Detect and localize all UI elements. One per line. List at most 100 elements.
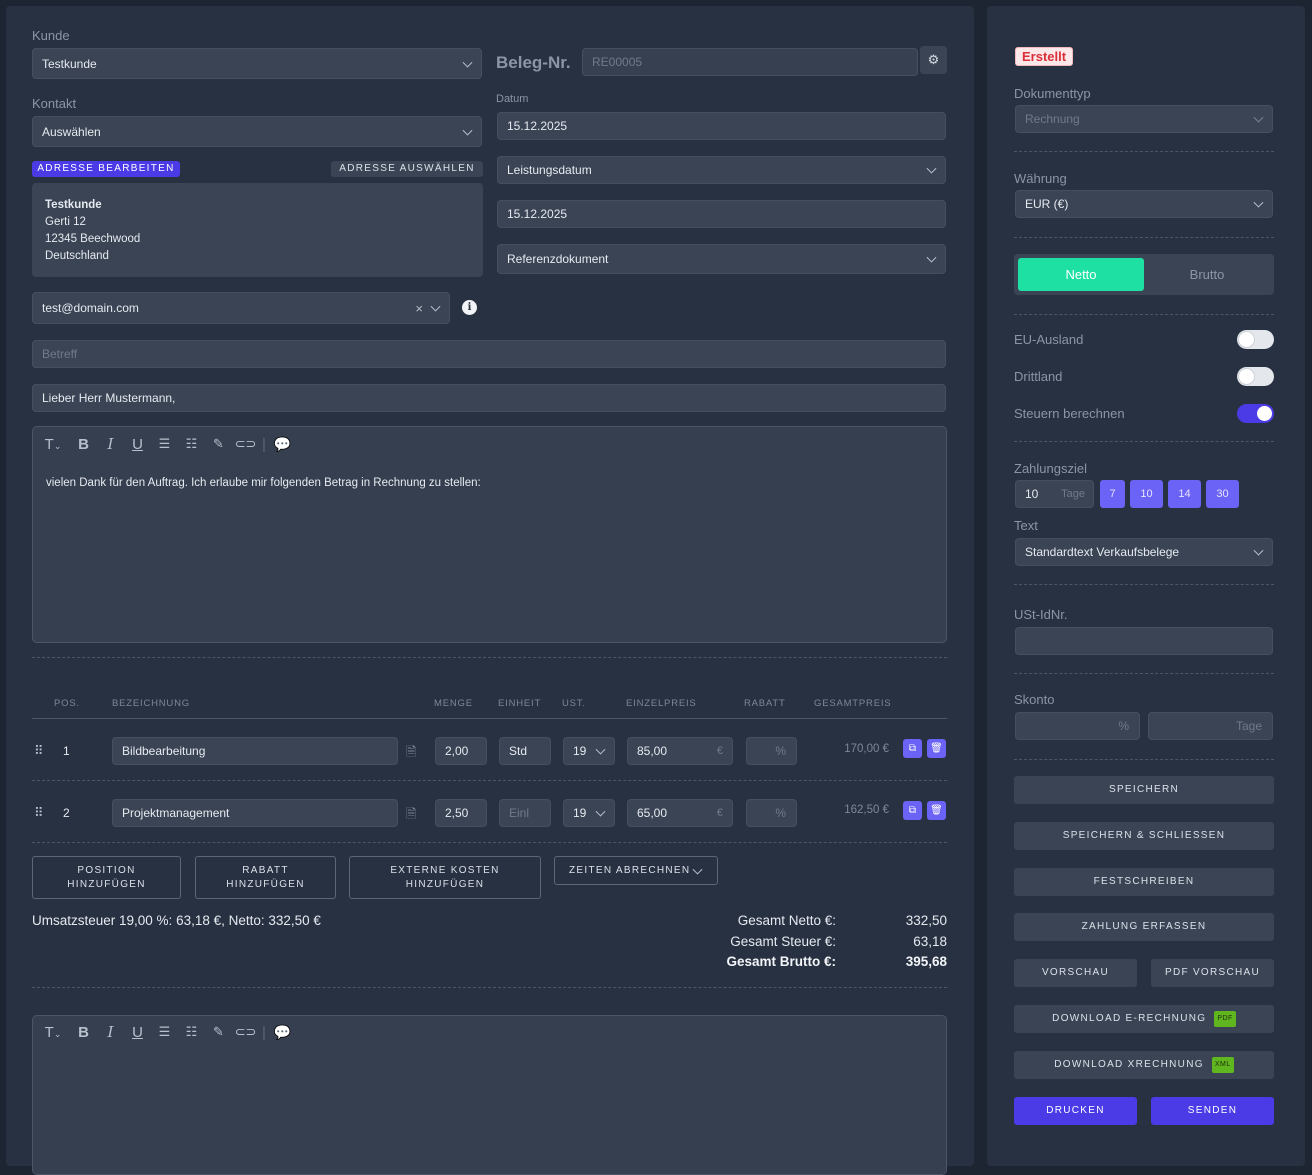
copy-icon[interactable]: ⧉ [903, 739, 922, 758]
bill-times-button[interactable]: ZEITEN ABRECHNEN [554, 856, 718, 885]
vat-id-input[interactable] [1015, 627, 1273, 655]
preview-button[interactable]: VORSCHAU [1014, 959, 1137, 987]
net-tab[interactable]: Netto [1018, 258, 1144, 291]
row-total: 162,50 € [844, 804, 889, 816]
record-payment-button[interactable]: ZAHLUNG ERFASSEN [1014, 913, 1274, 941]
chevron-down-icon [692, 864, 703, 875]
row-qty-input[interactable]: 2,00 [435, 737, 487, 765]
bullet-list-icon[interactable]: ☰ [151, 1024, 178, 1040]
edit-address-button[interactable]: ADRESSE BEARBEITEN [32, 161, 180, 177]
drag-handle-icon[interactable]: ⠿ [34, 805, 44, 821]
save-button[interactable]: SPEICHERN [1014, 776, 1274, 804]
document-icon[interactable]: 🗎 [406, 743, 416, 765]
doc-type-select[interactable]: Rechnung [1015, 105, 1273, 133]
text-format-icon[interactable]: T⌄ [36, 1024, 70, 1041]
row-discount-input[interactable]: % [746, 799, 797, 827]
subject-input[interactable]: Betreff [32, 340, 946, 368]
download-einvoice-label: DOWNLOAD E-RECHNUNG [1052, 1013, 1207, 1024]
tax-total-value: 63,18 [913, 934, 947, 949]
currency-select[interactable]: EUR (€) [1015, 190, 1273, 218]
address-line-name: Testkunde [45, 199, 102, 211]
vat-summary: Umsatzsteuer 19,00 %: 63,18 €, Netto: 33… [32, 913, 321, 928]
row-name-input[interactable]: Bildbearbeitung [112, 737, 398, 765]
toggle-knob [1257, 406, 1272, 421]
document-icon[interactable]: 🗎 [406, 805, 416, 827]
col-qty: MENGE [434, 698, 473, 709]
row-qty-input[interactable]: 2,50 [435, 799, 487, 827]
bullet-list-icon[interactable]: ☰ [151, 436, 178, 452]
copy-icon[interactable]: ⧉ [903, 801, 922, 820]
service-date-input[interactable]: 15.12.2025 [497, 200, 946, 228]
doc-number-label: Beleg-Nr. [496, 53, 571, 72]
add-external-costs-button[interactable]: EXTERNE KOSTEN HINZUFÜGEN [349, 856, 541, 899]
salutation-input[interactable]: Lieber Herr Mustermann, [32, 384, 946, 412]
customer-select[interactable]: Testkunde [32, 48, 482, 79]
finalize-button[interactable]: FESTSCHREIBEN [1014, 868, 1274, 896]
underline-icon[interactable]: U [124, 436, 151, 453]
numbered-list-icon[interactable]: ☷ [178, 436, 205, 452]
text-format-icon[interactable]: T⌄ [36, 436, 70, 453]
trash-icon[interactable]: 🗑 [927, 739, 946, 758]
info-icon[interactable]: i [462, 300, 477, 315]
date-value: 15.12.2025 [507, 119, 568, 133]
service-date-select[interactable]: Leistungsdatum [497, 156, 946, 184]
send-button[interactable]: SENDEN [1151, 1097, 1274, 1125]
add-position-button[interactable]: POSITION HINZUFÜGEN [32, 856, 181, 899]
numbered-list-icon[interactable]: ☷ [178, 1024, 205, 1040]
discount-days-input[interactable]: Tage [1148, 712, 1273, 740]
italic-icon[interactable]: I [97, 435, 124, 453]
gear-icon[interactable]: ⚙ [920, 46, 947, 74]
row-vat-select[interactable]: 19 [563, 737, 615, 765]
row-discount: % [775, 806, 786, 820]
drag-handle-icon[interactable]: ⠿ [34, 743, 44, 759]
col-price: EINZELPREIS [626, 698, 697, 709]
third-country-toggle[interactable] [1237, 367, 1274, 386]
comment-icon[interactable]: 💬 [269, 1024, 296, 1041]
add-discount-button[interactable]: RABATT HINZUFÜGEN [195, 856, 336, 899]
bold-icon[interactable]: B [70, 1024, 97, 1041]
email-select[interactable]: test@domain.com × [32, 292, 450, 324]
download-xinvoice-button[interactable]: DOWNLOAD XRECHNUNG XML [1014, 1051, 1274, 1079]
reference-document-select[interactable]: Referenzdokument [497, 244, 946, 274]
pdf-preview-button[interactable]: PDF VORSCHAU [1151, 959, 1274, 987]
row-qty: 2,00 [445, 744, 469, 758]
trash-icon[interactable]: 🗑 [927, 801, 946, 820]
contact-select[interactable]: Auswählen [32, 116, 482, 147]
print-button[interactable]: DRUCKEN [1014, 1097, 1137, 1125]
row-discount-input[interactable]: % [746, 737, 797, 765]
clear-icon[interactable]: × [415, 301, 423, 316]
bold-icon[interactable]: B [70, 436, 97, 453]
row-discount: % [775, 744, 786, 758]
payment-term-input[interactable]: 10 Tage [1015, 480, 1094, 508]
intro-text-editor[interactable] [32, 426, 947, 643]
col-unit: EINHEIT [498, 698, 542, 709]
link-icon[interactable]: ⊂⊃ [232, 1024, 259, 1040]
underline-icon[interactable]: U [124, 1024, 151, 1041]
row-unit-input[interactable]: Std [499, 737, 551, 765]
payment-term-chip[interactable]: 7 [1100, 480, 1125, 508]
gross-tab[interactable]: Brutto [1144, 258, 1270, 291]
clear-format-icon[interactable]: ✎ [205, 436, 232, 452]
row-price-input[interactable]: 65,00 € [627, 799, 733, 827]
row-unit-input[interactable]: Einl [499, 799, 551, 827]
row-unit: Einl [509, 806, 530, 820]
row-name-input[interactable]: Projektmanagement [112, 799, 398, 827]
eu-toggle[interactable] [1237, 330, 1274, 349]
row-price-input[interactable]: 85,00 € [627, 737, 733, 765]
doc-number-input[interactable]: RE00005 [582, 48, 918, 76]
text-template-select[interactable]: Standardtext Verkaufsbelege [1015, 538, 1273, 566]
calc-tax-toggle[interactable] [1237, 404, 1274, 423]
link-icon[interactable]: ⊂⊃ [232, 436, 259, 452]
italic-icon[interactable]: I [97, 1023, 124, 1041]
date-input[interactable]: 15.12.2025 [497, 112, 946, 140]
download-einvoice-button[interactable]: DOWNLOAD E-RECHNUNG PDF [1014, 1005, 1274, 1033]
row-vat-select[interactable]: 19 [563, 799, 615, 827]
clear-format-icon[interactable]: ✎ [205, 1024, 232, 1040]
payment-term-chip[interactable]: 30 [1206, 480, 1239, 508]
comment-icon[interactable]: 💬 [269, 436, 296, 453]
select-address-button[interactable]: ADRESSE AUSWÄHLEN [331, 161, 483, 177]
payment-term-chip[interactable]: 10 [1130, 480, 1163, 508]
payment-term-chip[interactable]: 14 [1168, 480, 1201, 508]
save-close-button[interactable]: SPEICHERN & SCHLIESSEN [1014, 822, 1274, 850]
discount-percent-input[interactable]: % [1015, 712, 1140, 740]
